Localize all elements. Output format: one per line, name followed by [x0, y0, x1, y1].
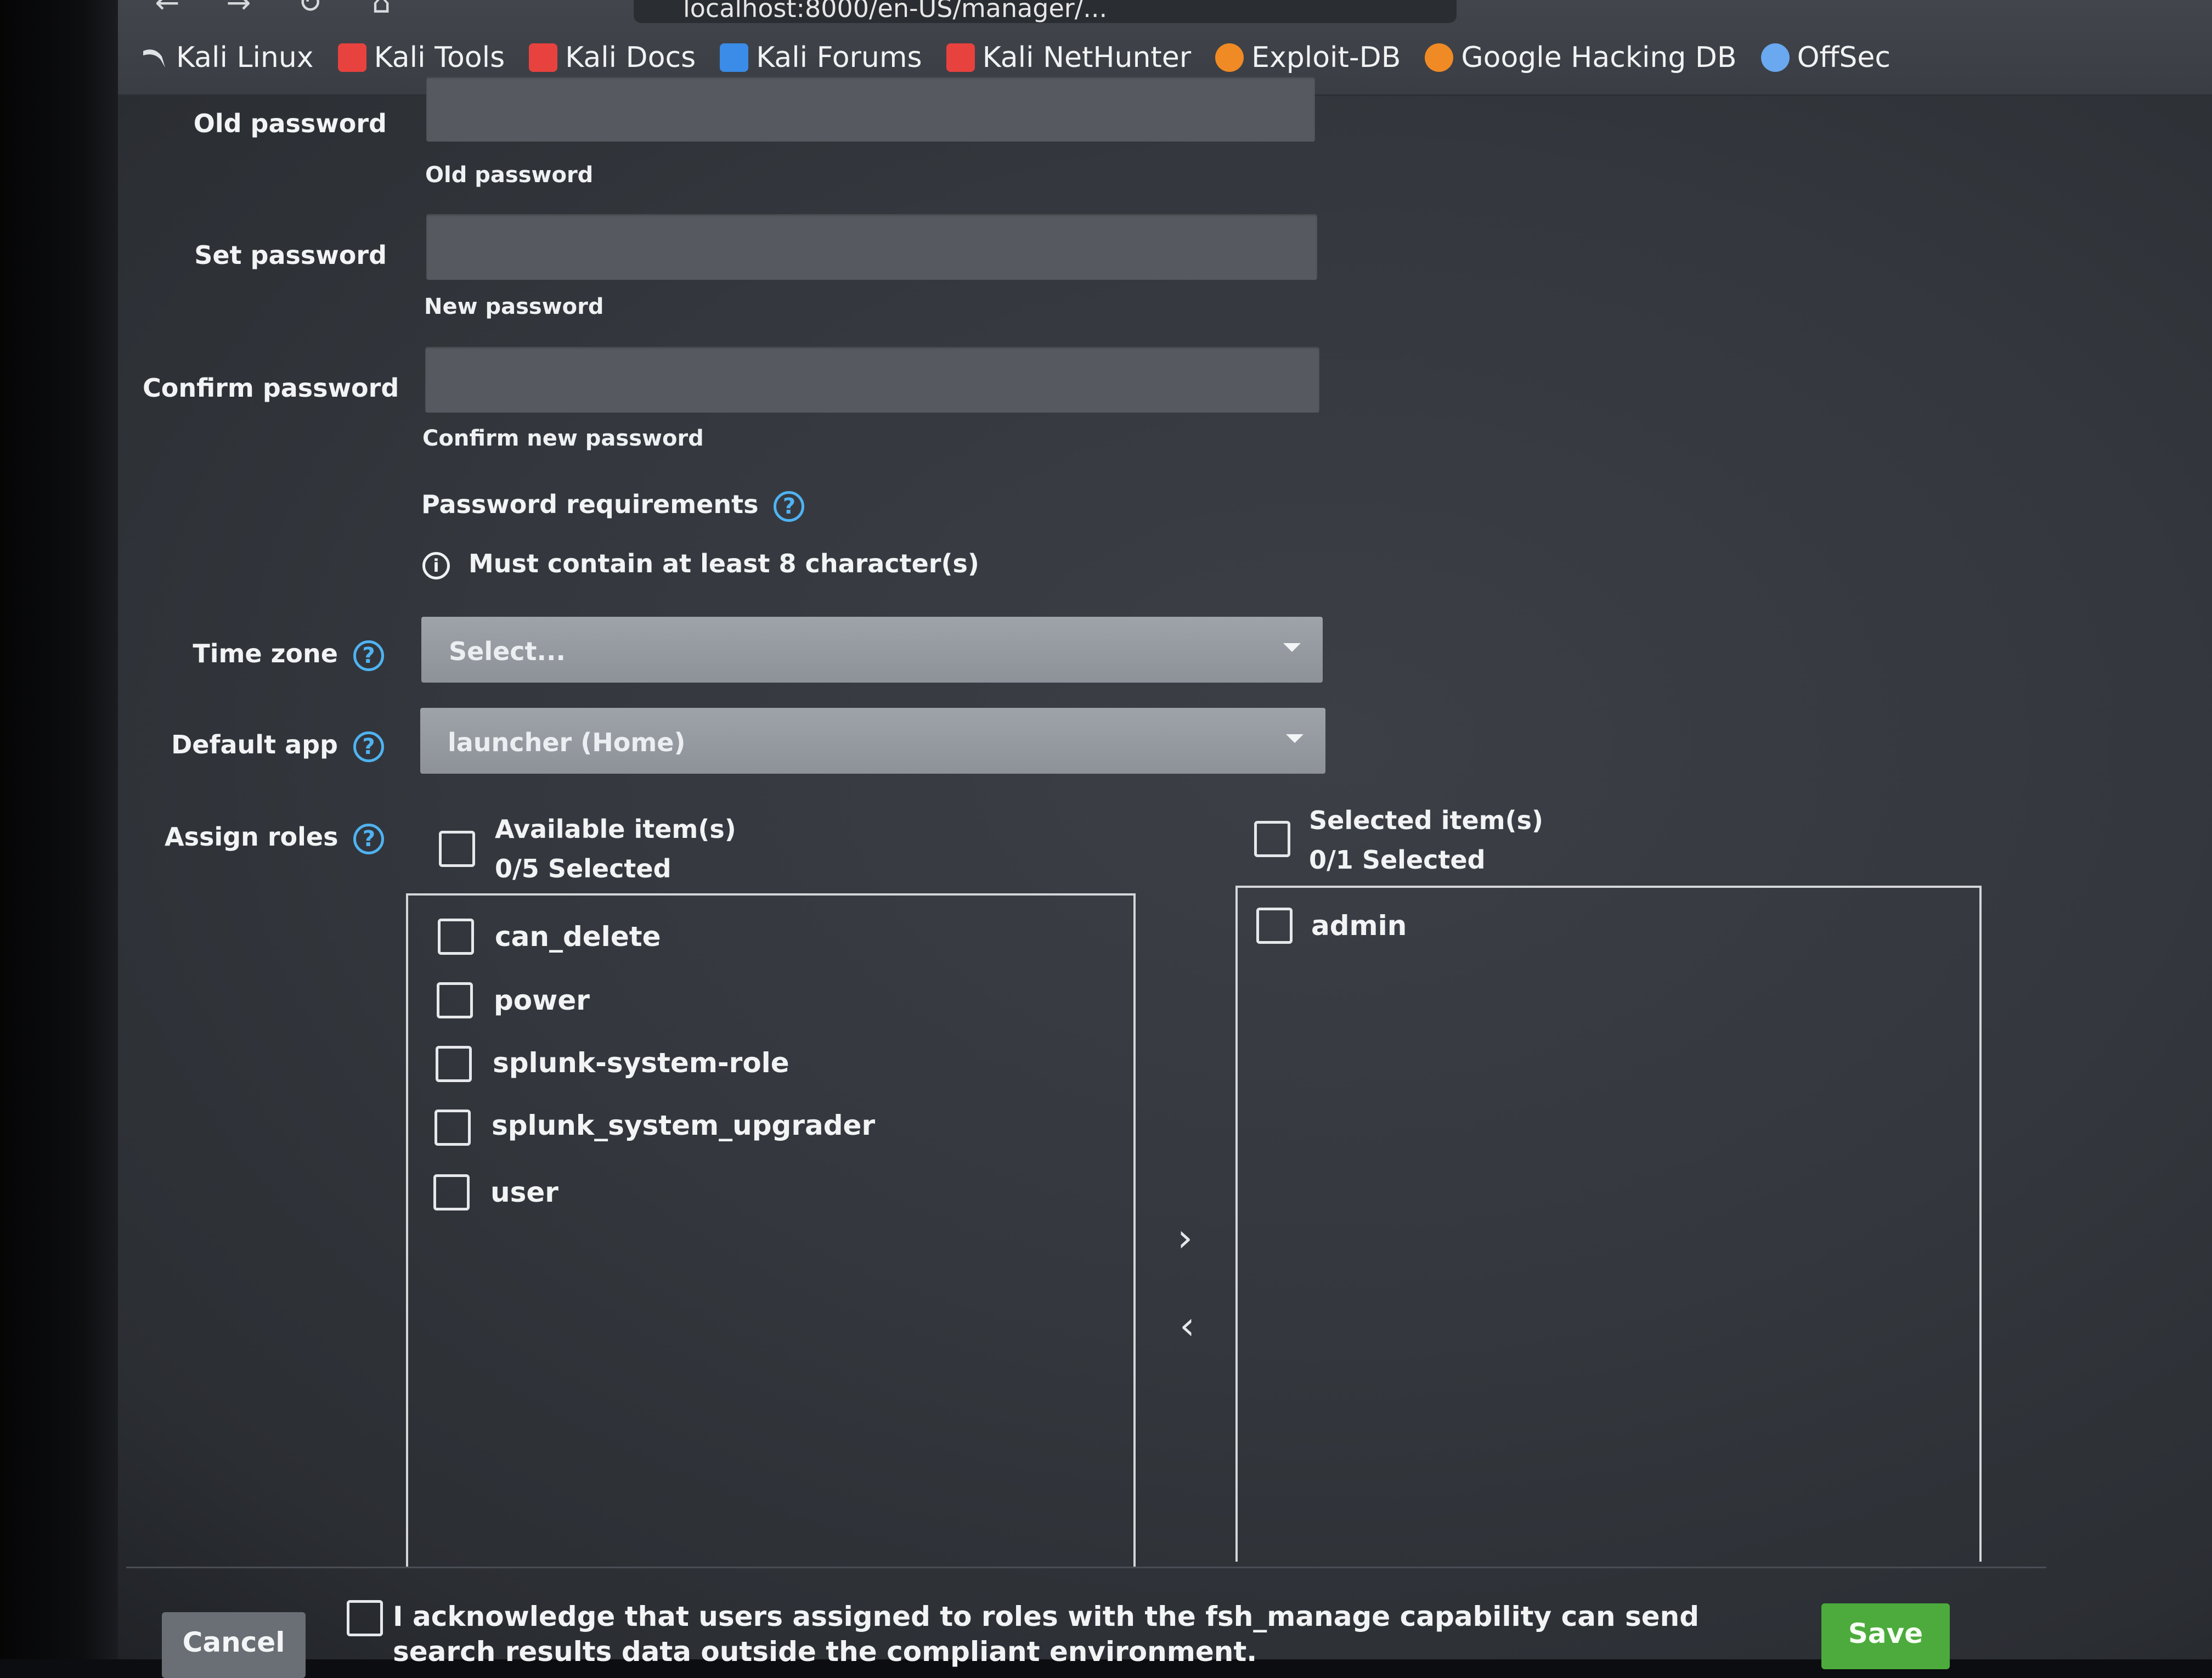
- bookmark-offsec[interactable]: OffSec: [1760, 41, 1891, 74]
- password-requirements-text: Password requirements: [421, 489, 759, 519]
- time-zone-value: Select...: [449, 637, 566, 666]
- password-requirements-title: Password requirements ?: [421, 489, 805, 522]
- offsec-icon: [1760, 43, 1790, 72]
- role-checkbox[interactable]: [437, 982, 473, 1018]
- help-icon[interactable]: ?: [353, 823, 385, 854]
- select-all-selected-checbox[interactable]: [1254, 821, 1290, 857]
- available-items-title: Available item(s): [495, 814, 736, 844]
- browser-nav: ← → ↻ ⌂: [151, 0, 398, 22]
- bookmark-label: Kali NetHunter: [982, 41, 1192, 74]
- forward-arrow-icon[interactable]: →: [222, 0, 255, 19]
- help-icon[interactable]: ?: [774, 491, 805, 522]
- role-checkbox[interactable]: [435, 1110, 471, 1146]
- bookmark-kali-linux[interactable]: Kali Linux: [140, 41, 314, 74]
- url-text: localhost:8000/en-US/manager/...: [683, 0, 1108, 23]
- default-app-select[interactable]: launcher (Home): [420, 708, 1325, 774]
- role-checkbox[interactable]: [436, 1046, 472, 1082]
- bookmarks-bar: Kali Linux Kali Tools Kali Docs Kali For…: [140, 33, 1891, 82]
- bookmark-label: OffSec: [1797, 41, 1891, 74]
- old-password-input[interactable]: [426, 77, 1315, 142]
- acknowledge-text: I acknowledge that users assigned to rol…: [393, 1601, 1700, 1668]
- move-right-button[interactable]: ›: [1163, 1215, 1207, 1265]
- cancel-button[interactable]: Cancel: [162, 1612, 306, 1678]
- default-app-label: Default app ?: [165, 730, 384, 762]
- chevron-down-icon: [1286, 734, 1304, 743]
- set-password-hint: New password: [424, 294, 604, 319]
- list-item[interactable]: splunk-system-role: [493, 1047, 789, 1079]
- old-password-label: Old password: [193, 109, 387, 138]
- nethunter-icon: [946, 43, 975, 72]
- chevron-down-icon: [1283, 643, 1301, 652]
- bookmark-google-hacking-db[interactable]: Google Hacking DB: [1425, 41, 1737, 74]
- help-icon[interactable]: ?: [353, 640, 384, 671]
- monitor-screen: ← → ↻ ⌂ localhost:8000/en-US/manager/...…: [0, 0, 2212, 1678]
- set-password-input[interactable]: [426, 214, 1317, 280]
- password-requirement-item: i Must contain at least 8 character(s): [422, 549, 979, 579]
- info-icon: i: [422, 551, 450, 579]
- home-icon[interactable]: ⌂: [365, 0, 398, 19]
- help-icon[interactable]: ?: [353, 731, 384, 762]
- kali-forums-icon: [720, 43, 749, 72]
- default-app-label-text: Default app: [171, 730, 338, 759]
- kali-docs-icon: [529, 43, 558, 72]
- acknowledge-checkbox[interactable]: [347, 1600, 383, 1636]
- bookmark-label: Kali Tools: [374, 41, 505, 74]
- select-all-available-checkbox[interactable]: [439, 831, 475, 867]
- ghdb-icon: [1425, 43, 1454, 72]
- selected-items-title: Selected item(s): [1309, 806, 1544, 835]
- time-zone-label: Time zone ?: [165, 639, 384, 671]
- list-item[interactable]: can_delete: [495, 921, 661, 953]
- bookmark-label: Kali Forums: [756, 41, 922, 74]
- bookmark-kali-docs[interactable]: Kali Docs: [529, 41, 696, 74]
- move-left-button[interactable]: ‹: [1165, 1303, 1209, 1353]
- confirm-password-hint: Confirm new password: [422, 426, 704, 451]
- reload-icon[interactable]: ↻: [294, 0, 326, 19]
- bookmark-label: Exploit-DB: [1251, 41, 1401, 74]
- role-checkbox[interactable]: [438, 919, 474, 955]
- list-item[interactable]: user: [490, 1176, 558, 1208]
- default-app-value: launcher (Home): [448, 728, 686, 757]
- bookmark-label: Kali Linux: [176, 41, 314, 74]
- time-zone-label-text: Time zone: [193, 639, 338, 668]
- monitor-bezel: [0, 0, 118, 1659]
- confirm-password-input[interactable]: [425, 347, 1319, 413]
- bookmark-kali-forums[interactable]: Kali Forums: [720, 41, 922, 74]
- confirm-password-label: Confirm password: [143, 373, 399, 403]
- list-item[interactable]: splunk_system_upgrader: [492, 1110, 875, 1141]
- bookmark-kali-tools[interactable]: Kali Tools: [337, 41, 505, 74]
- time-zone-select[interactable]: Select...: [421, 617, 1323, 683]
- available-items-list: can_delete power splunk-system-role splu…: [406, 893, 1136, 1568]
- requirement-text: Must contain at least 8 character(s): [469, 549, 979, 578]
- bookmark-label: Kali Docs: [565, 41, 696, 74]
- old-password-hint: Old password: [425, 162, 594, 188]
- assign-roles-label-text: Assign roles: [165, 822, 338, 852]
- list-item[interactable]: admin: [1311, 910, 1407, 942]
- selected-items-list: admin: [1235, 886, 1982, 1562]
- save-button[interactable]: Save: [1821, 1603, 1950, 1669]
- bookmark-exploit-db[interactable]: Exploit-DB: [1215, 41, 1401, 74]
- bookmark-kali-nethunter[interactable]: Kali NetHunter: [946, 41, 1192, 74]
- bookmark-label: Google Hacking DB: [1461, 41, 1737, 74]
- back-arrow-icon[interactable]: ←: [151, 0, 184, 19]
- selected-items-count: 0/1 Selected: [1309, 845, 1486, 875]
- role-checkbox[interactable]: [1256, 908, 1293, 944]
- kali-tools-icon: [337, 43, 366, 72]
- footer-divider: [126, 1567, 2046, 1568]
- role-checkbox[interactable]: [433, 1174, 470, 1210]
- available-items-count: 0/5 Selected: [495, 854, 672, 883]
- list-item[interactable]: power: [494, 984, 590, 1016]
- address-bar[interactable]: localhost:8000/en-US/manager/...: [634, 0, 1457, 23]
- exploit-db-icon: [1215, 43, 1244, 72]
- assign-roles-label: Assign roles ?: [165, 822, 385, 854]
- set-password-label: Set password: [194, 240, 387, 270]
- kali-dragon-icon: [140, 43, 168, 72]
